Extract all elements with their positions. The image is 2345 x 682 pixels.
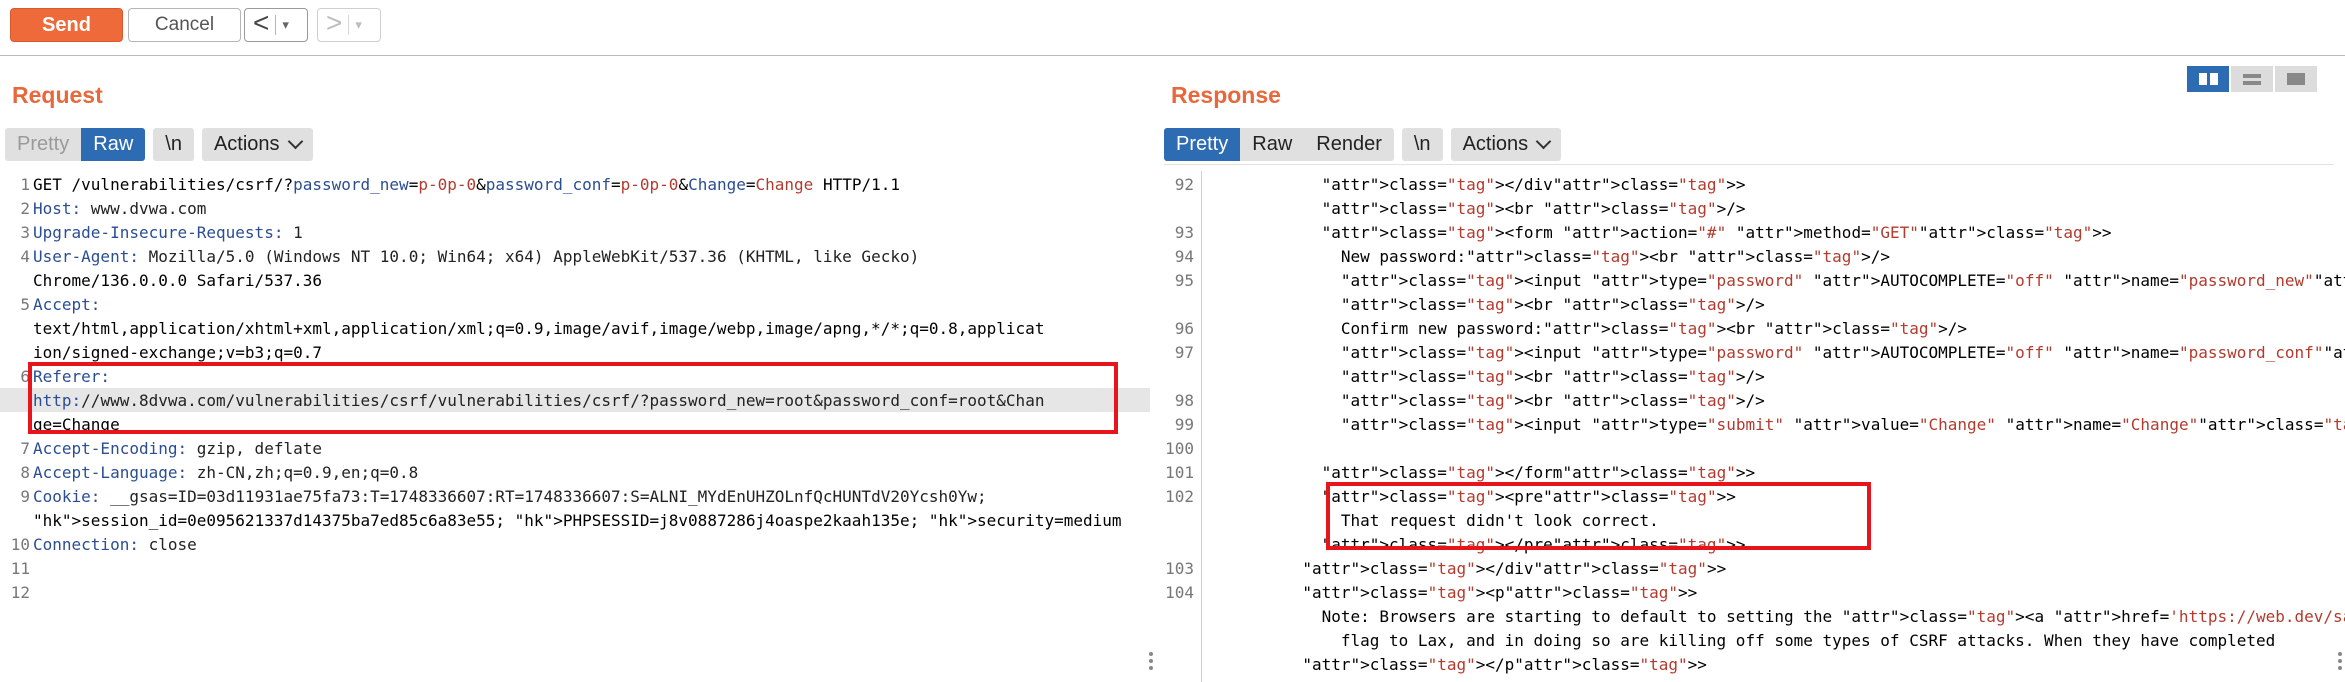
- line-number: 3: [20, 223, 30, 242]
- line-number: 7: [20, 439, 30, 458]
- back-arrow-icon[interactable]: <: [245, 9, 275, 41]
- request-tabbar: Pretty Raw \n Actions: [5, 128, 313, 161]
- response-line: "attr">class="tag"></div"attr">class="ta…: [1321, 175, 1746, 194]
- line-number: 102: [1165, 487, 1194, 506]
- tab-pretty[interactable]: Pretty: [1164, 128, 1241, 161]
- layout-stacked-button[interactable]: [2231, 66, 2273, 92]
- line-number: 96: [1174, 319, 1194, 338]
- request-line: Accept-Encoding: gzip, deflate: [33, 439, 322, 458]
- line-number: 5: [20, 295, 30, 314]
- gutter-divider: [1201, 171, 1202, 682]
- line-number: 103: [1165, 559, 1194, 578]
- actions-menu[interactable]: Actions: [201, 128, 313, 161]
- send-button[interactable]: Send: [10, 8, 123, 42]
- request-title: Request: [12, 82, 103, 108]
- response-line: "attr">class="tag"></p"attr">class="tag"…: [1302, 655, 1707, 674]
- response-line: "attr">class="tag"><form "attr">action="…: [1321, 223, 2112, 242]
- line-number: 2: [20, 199, 30, 218]
- line-number: 99: [1174, 415, 1194, 434]
- response-line: "attr">class="tag"><br "attr">class="tag…: [1340, 367, 1765, 386]
- response-line: Note: Browsers are starting to default t…: [1206, 607, 2345, 626]
- request-line: Connection: close: [33, 535, 197, 554]
- divider: [1164, 164, 2334, 165]
- tab-raw[interactable]: Raw: [1240, 128, 1304, 161]
- line-number: 95: [1174, 271, 1194, 290]
- line-number: 93: [1174, 223, 1194, 242]
- response-line: New password:"attr">class="tag"><br "att…: [1206, 247, 1890, 266]
- history-back-group[interactable]: < ▾: [244, 8, 308, 42]
- request-line: text/html,application/xhtml+xml,applicat…: [33, 319, 1045, 338]
- tab-pretty[interactable]: Pretty: [5, 128, 81, 161]
- tab-render[interactable]: Render: [1304, 128, 1394, 161]
- line-number: 92: [1174, 175, 1194, 194]
- newline-toggle[interactable]: \n: [153, 128, 194, 161]
- chevron-down-icon: [287, 133, 303, 150]
- cancel-button[interactable]: Cancel: [128, 8, 241, 42]
- forward-arrow-icon[interactable]: >: [318, 9, 348, 41]
- annotation-box-pre: [1326, 482, 1871, 550]
- response-line: "attr">class="tag"><br "attr">class="tag…: [1340, 295, 1765, 314]
- response-line: "attr">class="tag"><input "attr">type="p…: [1340, 343, 2345, 362]
- back-dropdown-icon[interactable]: ▾: [276, 17, 295, 33]
- line-number: 101: [1165, 463, 1194, 482]
- response-view-tabs: Pretty Raw Render: [1164, 128, 1394, 161]
- line-number: 97: [1174, 343, 1194, 362]
- line-number: 1: [20, 175, 30, 194]
- response-line: flag to Lax, and in doing so are killing…: [1206, 631, 2276, 650]
- response-title: Response: [1171, 82, 1281, 108]
- rows-icon: [2243, 73, 2261, 85]
- layout-switcher: [2187, 66, 2319, 92]
- single-pane-icon: [2287, 73, 2305, 85]
- layout-single-button[interactable]: [2275, 66, 2317, 92]
- history-forward-group[interactable]: > ▾: [317, 8, 381, 42]
- request-line: Cookie: __gsas=ID=03d11931ae75fa73:T=174…: [33, 487, 987, 506]
- actions-menu[interactable]: Actions: [1450, 128, 1562, 161]
- response-tabbar: Pretty Raw Render \n Actions: [1164, 128, 1562, 161]
- request-editor[interactable]: 1 GET /vulnerabilities/csrf/?password_new…: [0, 171, 1150, 682]
- response-line: "attr">class="tag"><input "attr">type="p…: [1340, 271, 2345, 290]
- request-line: Accept-Language: zh-CN,zh;q=0.9,en;q=0.8: [33, 463, 419, 482]
- request-line: Accept:: [33, 295, 101, 314]
- columns-icon: [2198, 73, 2218, 85]
- request-line: Upgrade-Insecure-Requests: 1: [33, 223, 303, 242]
- layout-side-by-side-button[interactable]: [2187, 66, 2229, 92]
- line-number: 100: [1165, 439, 1194, 458]
- actions-label: Actions: [213, 133, 280, 155]
- response-line: "attr">class="tag"><br "attr">class="tag…: [1340, 391, 1765, 410]
- response-line: "attr">class="tag"><p"attr">class="tag">…: [1302, 583, 1698, 602]
- forward-dropdown-icon[interactable]: ▾: [349, 17, 368, 33]
- newline-toggle[interactable]: \n: [1401, 128, 1443, 161]
- request-line: Chrome/136.0.0.0 Safari/537.36: [33, 271, 322, 290]
- line-number: 98: [1174, 391, 1194, 410]
- pane-resize-handle[interactable]: [1149, 652, 1153, 673]
- annotation-box-referer: [28, 362, 1118, 434]
- line-number: 6: [20, 367, 30, 386]
- line-number: 12: [10, 583, 30, 602]
- response-line: Confirm new password:"attr">class="tag">…: [1206, 319, 1968, 338]
- request-line: Host: www.dvwa.com: [33, 199, 207, 218]
- tab-raw[interactable]: Raw: [81, 128, 146, 161]
- line-number: 4: [20, 247, 30, 266]
- line-number: 8: [20, 463, 30, 482]
- response-line: "attr">class="tag"></div"attr">class="ta…: [1302, 559, 1727, 578]
- line-number: 11: [10, 559, 30, 578]
- chevron-down-icon: [1535, 133, 1552, 150]
- line-number: 104: [1165, 583, 1194, 602]
- response-editor[interactable]: 92 "attr">class="tag"></div"attr">class=…: [1164, 171, 2345, 682]
- response-line: "attr">class="tag"><input "attr">type="s…: [1340, 415, 2345, 434]
- actions-label: Actions: [1462, 133, 1529, 155]
- request-line: GET /vulnerabilities/csrf/?password_new=…: [33, 175, 901, 194]
- request-view-tabs: Pretty Raw: [5, 128, 146, 161]
- scroll-handle[interactable]: [2338, 652, 2342, 673]
- request-line: "hk">session_id=0e095621337d14375ba7ed85…: [33, 511, 1122, 530]
- line-number: 9: [20, 487, 30, 506]
- request-line: User-Agent: Mozilla/5.0 (Windows NT 10.0…: [33, 247, 920, 266]
- line-number: 94: [1174, 247, 1194, 266]
- line-number: 10: [10, 535, 30, 554]
- response-line: "attr">class="tag"><br "attr">class="tag…: [1321, 199, 1746, 218]
